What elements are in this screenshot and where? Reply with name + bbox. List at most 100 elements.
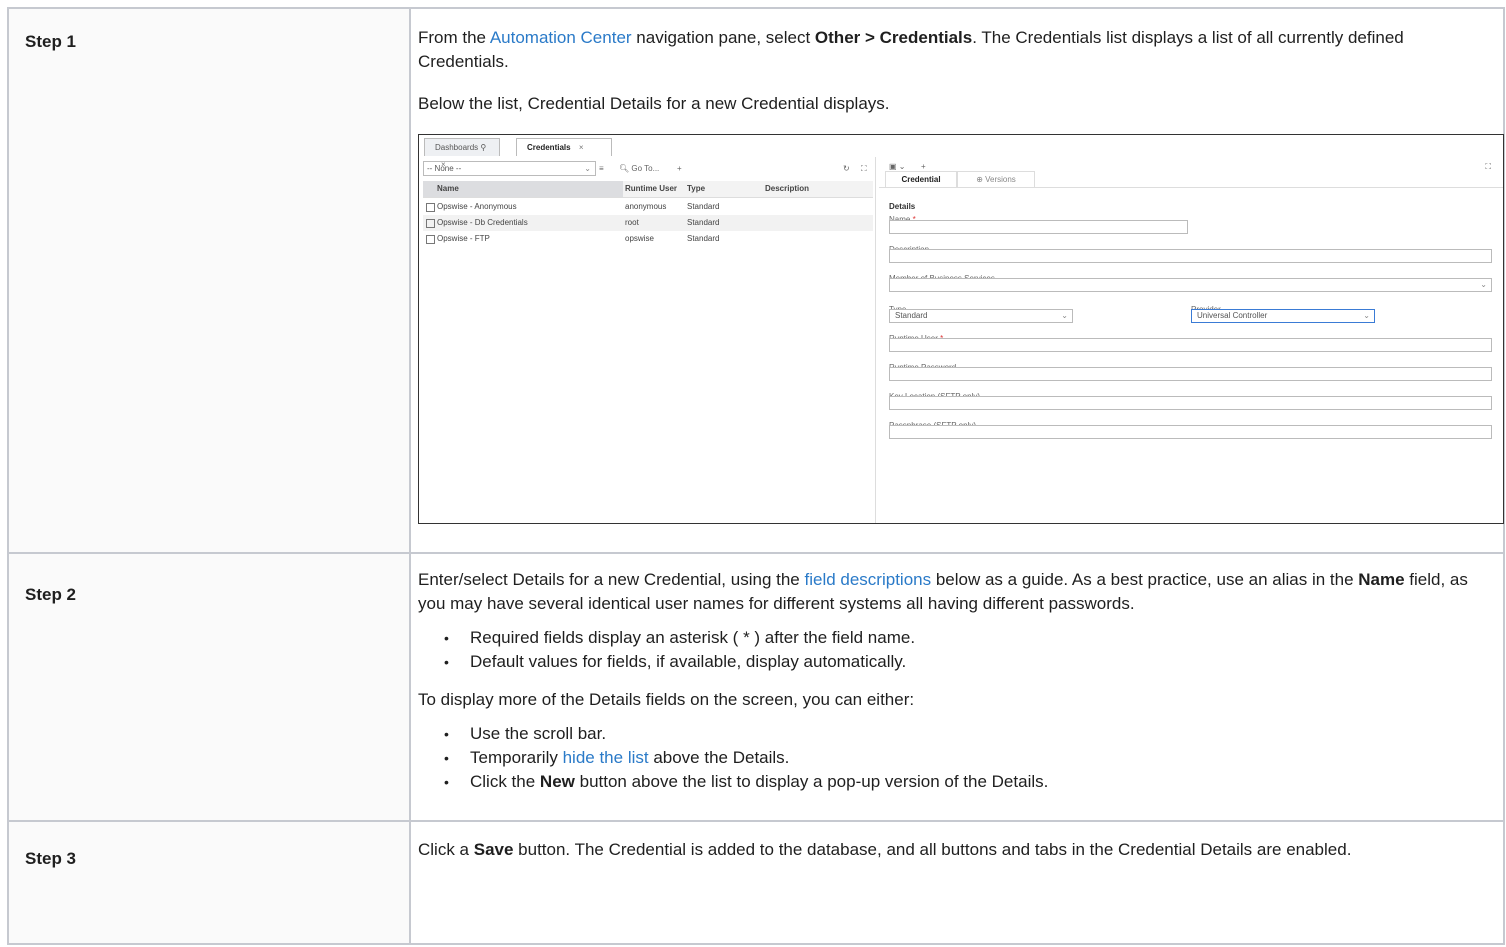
text: Click the bbox=[470, 772, 540, 791]
text: above the Details. bbox=[648, 748, 790, 767]
button-name: New bbox=[539, 772, 575, 791]
step-label: Step 2 bbox=[25, 585, 77, 604]
list-item: Use the scroll bar. bbox=[444, 722, 1487, 746]
chevron-down-icon: ⌄ bbox=[1480, 280, 1487, 289]
filter-select[interactable]: -- None -- ⌄ bbox=[423, 161, 596, 176]
col-type[interactable]: Type bbox=[687, 181, 705, 197]
row-name: Opswise - Db Credentials bbox=[437, 218, 528, 227]
text: Click a bbox=[418, 840, 474, 859]
tab-credential[interactable]: Credential bbox=[885, 171, 957, 187]
row-user: opswise bbox=[625, 234, 654, 243]
name-field[interactable] bbox=[889, 220, 1188, 234]
steps-table: Step 1 From the Automation Center naviga… bbox=[7, 7, 1505, 945]
runtime-user-field[interactable] bbox=[889, 338, 1492, 352]
provider-select[interactable]: Universal Controller ⌄ bbox=[1191, 309, 1375, 323]
text: below as a guide. As a best practice, us… bbox=[931, 570, 1359, 589]
member-select[interactable]: ⌄ bbox=[889, 278, 1492, 292]
col-name[interactable]: Name bbox=[437, 181, 459, 197]
field-name: Name bbox=[1358, 570, 1405, 589]
chevron-down-icon: ⌄ bbox=[1061, 311, 1068, 320]
step1-paragraph-2: Below the list, Credential Details for a… bbox=[418, 94, 890, 113]
expand-icon[interactable]: ⛶ bbox=[861, 161, 867, 176]
filter-value: -- None -- bbox=[427, 164, 462, 173]
col-description[interactable]: Description bbox=[765, 181, 809, 197]
tab-dashboards[interactable]: Dashboards ⚲ × bbox=[424, 138, 500, 169]
tab-label: Versions bbox=[985, 175, 1016, 184]
row-type: Standard bbox=[687, 234, 720, 243]
text: button. The Credential is added to the d… bbox=[513, 840, 1352, 859]
filter-icon[interactable]: ≡ bbox=[599, 161, 604, 176]
step2-paragraph: Enter/select Details for a new Credentia… bbox=[418, 568, 1487, 616]
bullet-list: Use the scroll bar. Temporarily hide the… bbox=[418, 722, 1487, 794]
button-name: Save bbox=[473, 840, 514, 859]
close-icon[interactable]: × bbox=[579, 143, 584, 152]
step1-paragraph: From the Automation Center navigation pa… bbox=[418, 26, 1487, 74]
row-user: anonymous bbox=[625, 202, 667, 211]
step-description: From the Automation Center navigation pa… bbox=[411, 9, 1504, 534]
record-icon bbox=[426, 235, 435, 244]
tab-label: Credentials bbox=[527, 143, 571, 152]
automation-center-link[interactable]: Automation Center bbox=[490, 28, 632, 47]
key-location-field[interactable] bbox=[889, 396, 1492, 410]
col-runtime-user[interactable]: Runtime User bbox=[625, 181, 677, 197]
list-item: Click the New button above the list to d… bbox=[444, 770, 1487, 794]
goto-button[interactable]: 🔍︎ Go To... bbox=[619, 161, 659, 176]
step3-paragraph: Click a Save button. The Credential is a… bbox=[418, 838, 1487, 862]
refresh-icon[interactable]: ↻ bbox=[843, 161, 850, 176]
description-field[interactable] bbox=[889, 249, 1492, 263]
text: From the bbox=[418, 28, 490, 47]
chevron-down-icon: ⌄ bbox=[1363, 311, 1370, 320]
list-item: Required fields display an asterisk ( * … bbox=[444, 626, 1487, 650]
row-name: Opswise - Anonymous bbox=[437, 202, 517, 211]
field-descriptions-link[interactable]: field descriptions bbox=[804, 570, 931, 589]
text: button above the list to display a pop-u… bbox=[574, 772, 1049, 791]
chevron-down-icon: ⌄ bbox=[584, 164, 591, 173]
text: Temporarily bbox=[470, 748, 563, 767]
row-type: Standard bbox=[687, 202, 720, 211]
table-row[interactable]: Opswise - Db Credentials root Standard bbox=[423, 215, 873, 231]
bullet-list: Required fields display an asterisk ( * … bbox=[418, 626, 1487, 674]
description-cell: Click a Save button. The Credential is a… bbox=[409, 820, 1505, 945]
description-cell: Enter/select Details for a new Credentia… bbox=[409, 552, 1505, 822]
passphrase-field[interactable] bbox=[889, 425, 1492, 439]
list-item: Temporarily hide the list above the Deta… bbox=[444, 746, 1487, 770]
list-pane: -- None -- ⌄ ≡ 🔍︎ Go To... + ↻ ⛶ Name Ru… bbox=[419, 157, 876, 523]
step-label: Step 3 bbox=[25, 849, 77, 868]
detail-tabs: Credential ⊕ Versions bbox=[879, 171, 1503, 188]
add-button[interactable]: + bbox=[677, 161, 682, 176]
step-cell: Step 2 bbox=[7, 552, 411, 822]
step-cell: Step 3 bbox=[7, 820, 411, 945]
credentials-screenshot: Dashboards ⚲ × Credentials × -- None -- … bbox=[418, 134, 1504, 524]
step2-paragraph-2: To display more of the Details fields on… bbox=[418, 690, 915, 709]
tab-versions[interactable]: ⊕ Versions bbox=[957, 171, 1035, 187]
hide-the-list-link[interactable]: hide the list bbox=[563, 748, 649, 767]
type-value: Standard bbox=[895, 311, 928, 320]
tab-bar: Dashboards ⚲ × Credentials × bbox=[419, 135, 1503, 169]
list-header: Name Runtime User Type Description bbox=[423, 181, 873, 198]
step-cell: Step 1 bbox=[7, 7, 411, 554]
table-row[interactable]: Opswise - FTP opswise Standard bbox=[423, 231, 873, 247]
record-icon bbox=[426, 203, 435, 212]
goto-label: Go To... bbox=[631, 164, 660, 173]
type-select[interactable]: Standard ⌄ bbox=[889, 309, 1073, 323]
text: navigation pane, select bbox=[631, 28, 815, 47]
row-user: root bbox=[625, 218, 639, 227]
text: Enter/select Details for a new Credentia… bbox=[418, 570, 805, 589]
row-type: Standard bbox=[687, 218, 720, 227]
table-row[interactable]: Opswise - Anonymous anonymous Standard bbox=[423, 199, 873, 215]
runtime-password-field[interactable] bbox=[889, 367, 1492, 381]
row-name: Opswise - FTP bbox=[437, 234, 490, 243]
tab-credentials[interactable]: Credentials × bbox=[516, 138, 612, 156]
details-pane: ▣ ⌄ + ⛶ Credential ⊕ Versions Details Na… bbox=[879, 157, 1503, 523]
description-cell: From the Automation Center navigation pa… bbox=[409, 7, 1505, 554]
record-icon bbox=[426, 219, 435, 228]
menu-path: Other > Credentials bbox=[814, 28, 973, 47]
tab-label: Dashboards bbox=[435, 143, 479, 152]
provider-value: Universal Controller bbox=[1197, 311, 1268, 320]
pin-icon: ⚲ bbox=[480, 143, 487, 152]
step-description: Click a Save button. The Credential is a… bbox=[411, 822, 1503, 872]
list-toolbar: -- None -- ⌄ ≡ 🔍︎ Go To... + ↻ ⛶ bbox=[423, 161, 873, 176]
step-label: Step 1 bbox=[25, 32, 77, 51]
step-description: Enter/select Details for a new Credentia… bbox=[411, 554, 1503, 818]
list-item: Default values for fields, if available,… bbox=[444, 650, 1487, 674]
